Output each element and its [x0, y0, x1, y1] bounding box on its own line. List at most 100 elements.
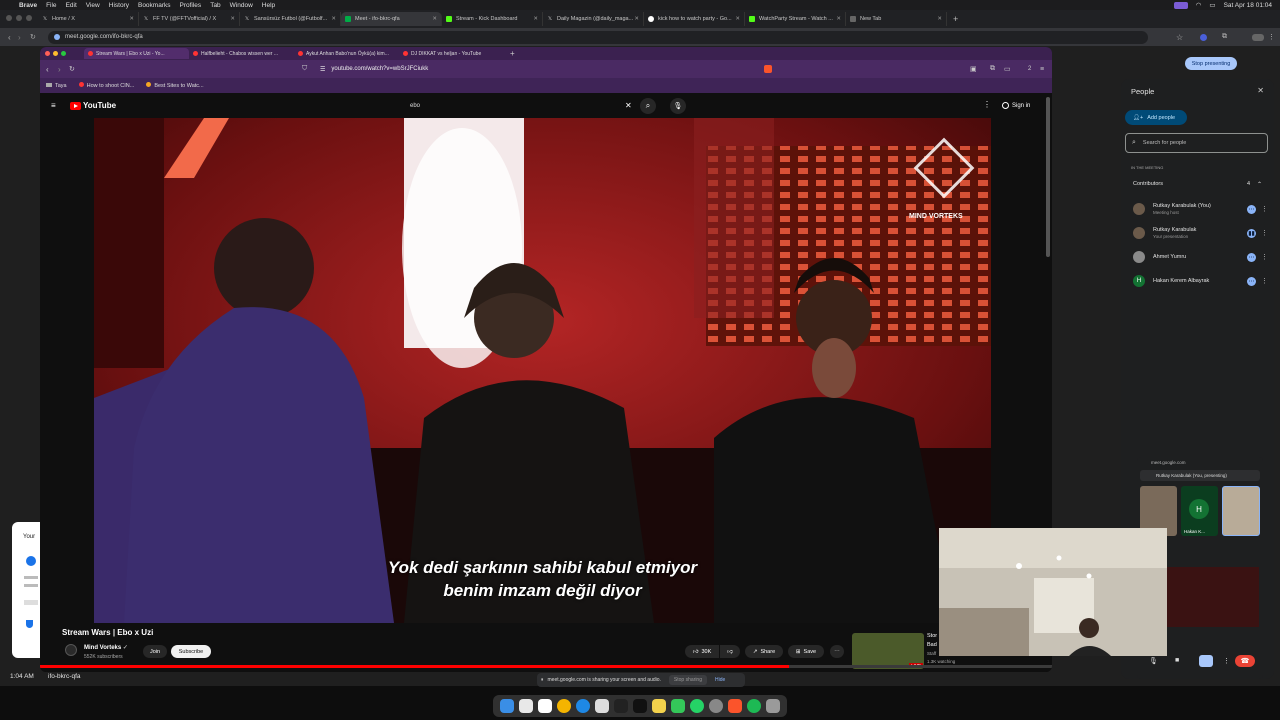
participant-row[interactable]: Rutkay Karabulak Your presentation ▮▮ ⋮ — [1133, 227, 1268, 239]
close-tab-icon[interactable]: ✕ — [230, 16, 235, 22]
channel-name[interactable]: Mind Vorteks ✓ — [84, 644, 128, 651]
tune-icon[interactable]: ☰ — [320, 66, 325, 73]
inner-new-tab-icon[interactable]: + — [510, 49, 515, 58]
bookmark-taya[interactable]: Taya — [46, 82, 67, 89]
save-button[interactable]: ⊞ Save — [788, 645, 824, 658]
brave-shields-icon[interactable] — [764, 65, 772, 73]
outer-url-field[interactable]: meet.google.com/ifo-bkrc-qfa — [48, 30, 1148, 44]
inner-url-field[interactable]: ☰ youtube.com/watch?v=wbSrJFCiukk — [312, 63, 762, 75]
whatsapp-icon[interactable] — [690, 699, 705, 713]
up-next-title[interactable]: Stor — [927, 633, 937, 639]
pip-present-icon[interactable] — [1199, 655, 1213, 667]
notes-icon[interactable] — [652, 699, 667, 713]
share-button[interactable]: ↗ Share — [745, 645, 783, 658]
inner-tab-dj-dikkat[interactable]: DJ DIKKAT vs heljan - YouTube — [399, 48, 504, 59]
brave-rewards-icon[interactable] — [1200, 33, 1207, 41]
inner-tab-halfbelieht[interactable]: Halfbelieht - Chabos wissen wer ... — [189, 48, 294, 59]
outer-tab-google-search[interactable]: kick how to watch party - Go... ✕ — [644, 12, 745, 26]
new-tab-plus-icon[interactable]: + — [953, 14, 958, 24]
more-options-icon[interactable]: ⋯ — [1247, 204, 1256, 214]
participant-row[interactable]: Ahmet Yumru ⋯ ⋮ — [1133, 251, 1268, 263]
search-icon[interactable]: ⌕ — [640, 98, 656, 114]
like-button[interactable]: 👍︎ 30K — [685, 645, 719, 658]
extensions-icon[interactable]: ⧉ — [1222, 33, 1227, 41]
spotify-icon[interactable] — [747, 699, 762, 713]
wifi-icon[interactable]: ◠ — [1196, 1, 1202, 9]
close-window-icon[interactable] — [45, 51, 50, 56]
sidebar-toggle-icon[interactable]: ▣ — [970, 65, 977, 73]
video-player[interactable]: MIND VORTEKS Yok dedi şarkının sahibi ka… — [94, 118, 991, 623]
subscribe-button[interactable]: Subscribe — [171, 645, 211, 658]
menu-tab[interactable]: Tab — [210, 2, 220, 9]
kebab-menu-icon[interactable]: ⋮ — [1261, 205, 1268, 213]
outer-tab-fftv[interactable]: 𝕏 FF TV (@FFTVofficial) / X ✕ — [139, 12, 240, 26]
forward-icon[interactable]: › — [58, 65, 61, 74]
outer-tab-meet[interactable]: Meet - ifo-bkrc-qfa ✕ — [341, 12, 442, 26]
inner-tab-aykut[interactable]: Aykut Anhan Babo'nun Öykü(a) kim... — [294, 48, 399, 59]
scrollbar-thumb[interactable] — [1046, 97, 1050, 257]
menu-bookmarks[interactable]: Bookmarks — [138, 2, 171, 9]
close-tab-icon[interactable]: ✕ — [432, 16, 437, 22]
kebab-menu-icon[interactable]: ⋮ — [1261, 277, 1268, 285]
microphone-icon[interactable]: 🎙︎ — [670, 98, 686, 114]
pip-tile-hakan[interactable]: H Hakan K... — [1181, 486, 1218, 536]
menu-view[interactable]: View — [86, 2, 100, 9]
pip-presenter-bar[interactable]: Rutkay Karabulak (You, presenting) — [1140, 470, 1260, 481]
forward-icon[interactable]: › — [18, 33, 21, 42]
outer-tab-daily-magazin[interactable]: 𝕏 Daily Magazin (@daily_maga... ✕ — [543, 12, 644, 26]
back-icon[interactable]: ‹ — [8, 33, 11, 42]
participant-row[interactable]: H Hakan Kerem Albayrak ⋯ ⋮ — [1133, 275, 1268, 287]
zoom-window-icon[interactable] — [61, 51, 66, 56]
screen-share-status-icon[interactable] — [1173, 1, 1188, 9]
pip-tile-self[interactable] — [1222, 486, 1260, 536]
minimize-window-icon[interactable] — [53, 51, 58, 56]
channel-avatar[interactable] — [65, 644, 77, 656]
close-window-icon[interactable] — [6, 15, 12, 21]
clear-search-icon[interactable]: ✕ — [625, 101, 632, 110]
end-call-button[interactable]: ☎ — [1235, 655, 1255, 667]
reload-icon[interactable]: ↻ — [30, 33, 36, 41]
tab-count-badge[interactable]: 2 — [1028, 66, 1031, 72]
join-button[interactable]: Join — [143, 645, 167, 658]
bookmark-icon[interactable]: ⛉ — [302, 65, 307, 73]
hide-button[interactable]: Hide — [715, 677, 725, 683]
present-to-all-icon[interactable]: ▮▮ — [1247, 228, 1256, 238]
kebab-menu-icon[interactable]: ⋮ — [1261, 229, 1268, 237]
participant-row[interactable]: Rutkay Karabulak (You) Meeting host ⋯ ⋮ — [1133, 203, 1268, 215]
safari-icon[interactable] — [575, 699, 590, 713]
extensions-icon[interactable]: ⧉ — [990, 65, 995, 73]
video-progress-bar[interactable] — [40, 665, 1052, 668]
reload-icon[interactable]: ↻ — [69, 65, 75, 73]
terminal-icon[interactable] — [632, 699, 647, 713]
calendar-icon[interactable] — [537, 699, 552, 713]
menu-profiles[interactable]: Profiles — [180, 2, 202, 9]
inner-tab-stream-wars[interactable]: Stream Wars | Ebo x Uzi - Yo... — [84, 48, 189, 59]
pip-mic-icon[interactable]: 🎙︎ — [1149, 657, 1158, 665]
photos-icon[interactable] — [594, 699, 609, 713]
bookmark-how-to-shoot[interactable]: How to shoot CIN... — [78, 82, 134, 89]
launchpad-icon[interactable] — [518, 699, 533, 713]
zoom-window-icon[interactable] — [26, 15, 32, 21]
profile-avatar[interactable] — [1252, 33, 1264, 41]
people-search-input[interactable]: ⌕ Search for people — [1125, 133, 1268, 153]
menu-edit[interactable]: Edit — [66, 2, 77, 9]
finder-icon[interactable] — [499, 699, 514, 713]
add-people-button[interactable]: 👤︎+ Add people — [1125, 110, 1187, 125]
up-next-thumbnail[interactable]: LIVE — [852, 633, 924, 669]
minimize-window-icon[interactable] — [16, 15, 22, 21]
youtube-search-input[interactable]: ebo — [410, 99, 635, 113]
contributors-section-header[interactable]: Contributors 4 ⌃ — [1125, 176, 1268, 192]
stop-presenting-button[interactable]: Stop presenting — [1185, 57, 1237, 70]
menu-window[interactable]: Window — [230, 2, 253, 9]
pip-more-icon[interactable]: ⋮ — [1223, 657, 1230, 665]
intellij-icon[interactable] — [613, 699, 628, 713]
kebab-menu-icon[interactable]: ⋮ — [1261, 253, 1268, 261]
self-view-video[interactable] — [939, 528, 1167, 656]
more-actions-button[interactable]: ⋯ — [830, 645, 844, 658]
sign-in-button[interactable]: Sign in — [998, 99, 1034, 112]
chrome-icon[interactable] — [556, 699, 571, 713]
menu-history[interactable]: History — [109, 2, 129, 9]
pip-presentation-preview[interactable] — [1167, 567, 1259, 627]
menu-help[interactable]: Help — [262, 2, 275, 9]
wallet-icon[interactable]: ▭ — [1004, 65, 1011, 73]
